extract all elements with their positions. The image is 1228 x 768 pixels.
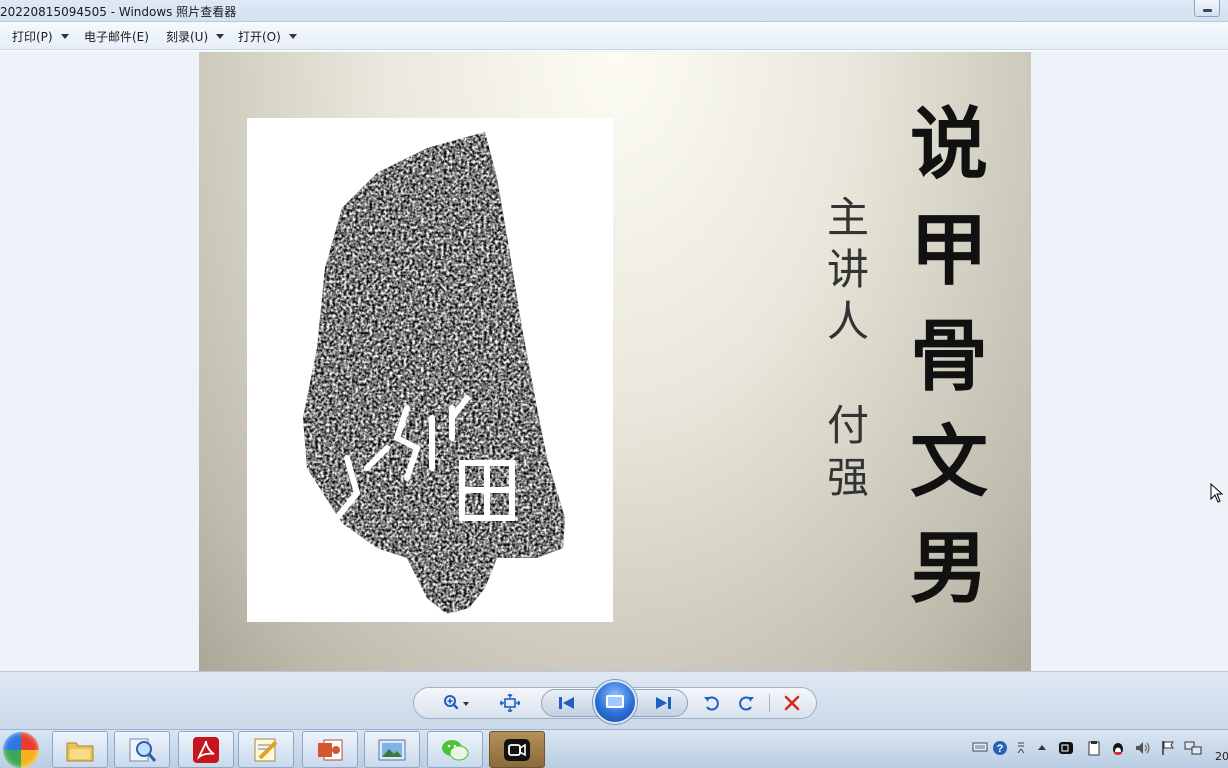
open-menu[interactable]: 打开(O) [238, 28, 297, 45]
print-menu-label: 打印(P) [12, 30, 53, 44]
title-char: 男 [909, 523, 988, 614]
next-button[interactable] [650, 692, 676, 714]
rotate-clockwise-icon [739, 696, 754, 711]
video-camera-icon [504, 738, 530, 761]
taskbar-wechat[interactable] [427, 731, 483, 768]
previous-icon [559, 697, 574, 709]
slideshow-button[interactable] [593, 680, 637, 724]
open-menu-label: 打开(O) [238, 30, 281, 44]
show-hidden-icons-icon[interactable] [1036, 740, 1048, 754]
title-char: 骨 [909, 311, 988, 402]
chevron-down-icon [288, 34, 297, 39]
taskbar-video-recorder[interactable] [489, 731, 545, 768]
volume-icon[interactable] [1134, 740, 1152, 756]
start-button[interactable] [3, 732, 39, 768]
taskbar-search-tool[interactable] [114, 731, 170, 768]
title-char: 甲 [909, 205, 988, 296]
fit-window-button[interactable] [498, 692, 522, 714]
svg-text:?: ? [997, 743, 1004, 755]
oracle-bone-rubbing-image [303, 132, 565, 614]
rotate-counterclockwise-button[interactable] [700, 692, 724, 714]
minimize-icon [1203, 9, 1212, 12]
recorder-tray-icon[interactable] [1058, 740, 1074, 756]
pdf-icon [193, 736, 219, 763]
title-bar: 20220815094505 - Windows 照片查看器 [0, 0, 1228, 22]
rotate-clockwise-button[interactable] [734, 692, 758, 714]
magnifier-icon [129, 738, 157, 762]
zoom-button[interactable] [440, 692, 474, 714]
lecturer-label-char: 讲 [826, 245, 869, 294]
photo-viewer-icon [378, 739, 406, 760]
oracle-bone-rubbing [247, 118, 613, 622]
chevron-down-icon [60, 34, 69, 39]
lecturer-name-char: 付 [826, 401, 869, 450]
lecturer-label-char: 人 [826, 297, 869, 346]
zoom-icon [444, 695, 469, 710]
network-icon[interactable] [1184, 740, 1202, 756]
help-icon[interactable]: ? [992, 740, 1008, 756]
slide-title: 说 甲 骨 文 男 [899, 92, 999, 622]
powerpoint-icon [318, 739, 343, 760]
previous-button[interactable] [554, 692, 580, 714]
title-char: 文 [909, 417, 988, 508]
burn-menu[interactable]: 刻录(U) [166, 28, 225, 45]
wechat-icon [442, 739, 469, 760]
lecturer-gap [819, 348, 877, 400]
clock[interactable]: 20 [1215, 750, 1228, 763]
input-method-icon[interactable] [1016, 740, 1026, 758]
next-icon [656, 697, 671, 709]
email-menu[interactable]: 电子邮件(E) [84, 28, 149, 45]
fit-window-icon [500, 694, 520, 712]
rotate-counterclockwise-icon [704, 696, 719, 711]
lecturer-name-char: 强 [826, 453, 869, 502]
taskbar-photo-viewer[interactable] [364, 731, 420, 768]
lecturer-label-char: 主 [826, 193, 869, 242]
taskbar-notepad[interactable] [238, 731, 294, 768]
taskbar-powerpoint[interactable] [302, 731, 358, 768]
clipboard-icon[interactable] [1086, 740, 1102, 756]
mouse-cursor-icon [1210, 483, 1224, 503]
email-menu-label: 电子邮件(E) [84, 30, 149, 44]
print-menu[interactable]: 打印(P) [12, 28, 69, 45]
taskbar: ? 20 [0, 729, 1228, 768]
minimize-button[interactable] [1194, 0, 1220, 17]
action-center-flag-icon[interactable] [1160, 740, 1176, 756]
taskbar-pdf-reader[interactable] [178, 731, 234, 768]
taskbar-explorer[interactable] [52, 731, 108, 768]
lecturer-text: 主 讲 人 付 强 [819, 192, 877, 504]
control-bar [0, 671, 1228, 729]
delete-button[interactable] [780, 692, 804, 714]
delete-icon [784, 695, 800, 711]
title-char: 说 [909, 99, 988, 190]
menu-bar: 打印(P) 电子邮件(E) 刻录(U) 打开(O) [0, 22, 1228, 50]
qq-penguin-icon[interactable] [1110, 740, 1126, 756]
separator [769, 694, 770, 712]
keyboard-icon[interactable] [972, 740, 988, 754]
folder-icon [66, 742, 94, 761]
window-title: 20220815094505 - Windows 照片查看器 [0, 5, 237, 19]
image-viewer-area[interactable]: 主 讲 人 付 强 说 甲 骨 文 男 [0, 51, 1228, 671]
system-tray: ? [966, 738, 1228, 762]
displayed-image: 主 讲 人 付 强 说 甲 骨 文 男 [199, 52, 1031, 671]
notepad-icon [254, 738, 278, 761]
slideshow-icon [606, 695, 624, 708]
burn-menu-label: 刻录(U) [166, 30, 209, 44]
chevron-down-icon [216, 34, 225, 39]
